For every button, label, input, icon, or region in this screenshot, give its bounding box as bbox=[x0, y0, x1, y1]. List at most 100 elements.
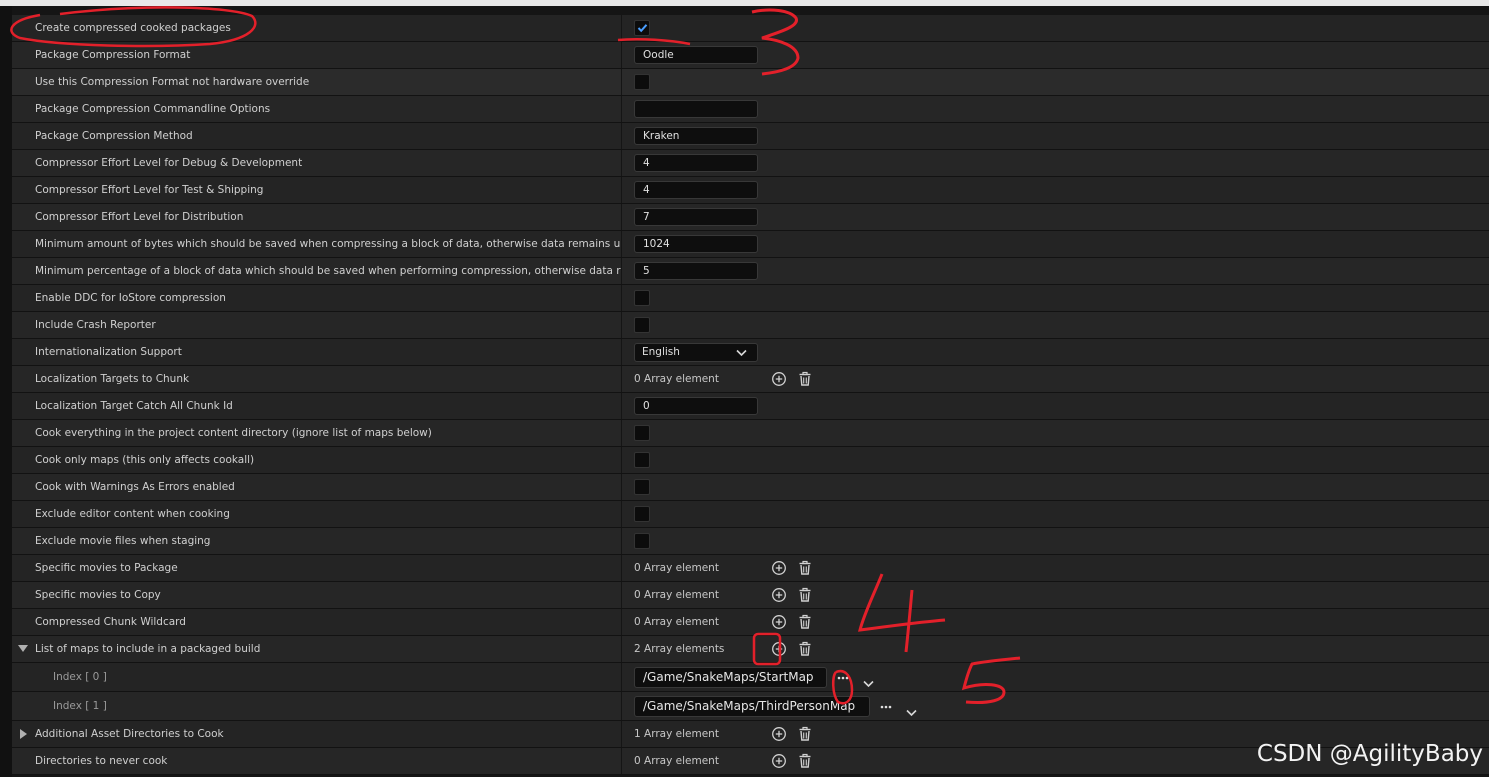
browse-ellipsis-icon[interactable] bbox=[836, 669, 850, 683]
property-row-cook-everything-in-the-project-content-d: Cook everything in the project content d… bbox=[12, 420, 1489, 447]
array-count: 0 Array element bbox=[634, 589, 719, 601]
add-element-icon[interactable] bbox=[771, 587, 787, 603]
column-divider[interactable] bbox=[621, 721, 622, 747]
column-divider[interactable] bbox=[621, 258, 622, 284]
trash-icon[interactable] bbox=[797, 587, 813, 603]
column-divider[interactable] bbox=[621, 447, 622, 473]
add-element-icon[interactable] bbox=[771, 560, 787, 576]
checkbox[interactable] bbox=[634, 290, 650, 306]
column-divider[interactable] bbox=[621, 474, 622, 500]
text-input[interactable]: Oodle bbox=[634, 46, 758, 64]
property-row-localization-targets-to-chunk: Localization Targets to Chunk 0 Array ele… bbox=[12, 366, 1489, 393]
checkbox[interactable] bbox=[634, 317, 650, 333]
property-label: Compressed Chunk Wildcard bbox=[35, 616, 186, 628]
column-divider[interactable] bbox=[621, 123, 622, 149]
column-divider[interactable] bbox=[621, 555, 622, 581]
column-divider[interactable] bbox=[621, 663, 622, 691]
property-label: Include Crash Reporter bbox=[35, 319, 156, 331]
column-divider[interactable] bbox=[621, 15, 622, 41]
add-element-icon[interactable] bbox=[771, 371, 787, 387]
chevron-down-icon[interactable] bbox=[906, 702, 917, 717]
column-divider[interactable] bbox=[621, 582, 622, 608]
property-label: Package Compression Method bbox=[35, 130, 193, 142]
column-divider[interactable] bbox=[621, 69, 622, 95]
text-input[interactable] bbox=[634, 100, 758, 118]
column-divider[interactable] bbox=[621, 339, 622, 365]
property-label: Localization Target Catch All Chunk Id bbox=[35, 400, 233, 412]
column-divider[interactable] bbox=[621, 609, 622, 635]
property-row-enable-ddc-for-iostore-compression: Enable DDC for IoStore compression bbox=[12, 285, 1489, 312]
column-divider[interactable] bbox=[621, 204, 622, 230]
property-label: Package Compression Commandline Options bbox=[35, 103, 271, 115]
column-divider[interactable] bbox=[621, 692, 622, 720]
property-label: Internationalization Support bbox=[35, 346, 182, 358]
text-input[interactable]: 1024 bbox=[634, 235, 758, 253]
array-count: 0 Array element bbox=[634, 373, 719, 385]
column-divider[interactable] bbox=[621, 42, 622, 68]
property-row-internationalization-support: Internationalization Support English bbox=[12, 339, 1489, 366]
text-input[interactable]: 4 bbox=[634, 181, 758, 199]
column-divider[interactable] bbox=[621, 96, 622, 122]
browse-ellipsis-icon[interactable] bbox=[879, 698, 893, 712]
trash-icon[interactable] bbox=[797, 371, 813, 387]
text-input[interactable]: Kraken bbox=[634, 127, 758, 145]
array-count: 0 Array element bbox=[634, 755, 719, 767]
text-input[interactable]: 7 bbox=[634, 208, 758, 226]
add-element-icon[interactable] bbox=[771, 614, 787, 630]
text-input[interactable]: 5 bbox=[634, 262, 758, 280]
column-divider[interactable] bbox=[621, 366, 622, 392]
trash-icon[interactable] bbox=[797, 560, 813, 576]
map-path-field[interactable]: /Game/SnakeMaps/ThirdPersonMap bbox=[634, 696, 870, 717]
trash-icon[interactable] bbox=[797, 726, 813, 742]
property-row-package-compression-format: Package Compression Format Oodle bbox=[12, 42, 1489, 69]
add-element-icon[interactable] bbox=[771, 641, 787, 657]
property-row-include-crash-reporter: Include Crash Reporter bbox=[12, 312, 1489, 339]
property-label: Package Compression Format bbox=[35, 49, 191, 61]
checkbox-checked[interactable] bbox=[634, 20, 650, 36]
column-divider[interactable] bbox=[621, 177, 622, 203]
text-input[interactable]: 4 bbox=[634, 154, 758, 172]
checkbox[interactable] bbox=[634, 533, 650, 549]
column-divider[interactable] bbox=[621, 231, 622, 257]
add-element-icon[interactable] bbox=[771, 753, 787, 769]
chevron-down-icon[interactable] bbox=[863, 673, 874, 688]
column-divider[interactable] bbox=[621, 285, 622, 311]
trash-icon[interactable] bbox=[797, 753, 813, 769]
property-rows: Create compressed cooked packages Package… bbox=[12, 15, 1489, 775]
property-row-index-1: Index [ 1 ] /Game/SnakeMaps/ThirdPersonMa… bbox=[12, 692, 1489, 721]
property-label: Enable DDC for IoStore compression bbox=[35, 292, 226, 304]
property-row-cook-only-maps-this-only-affects-cookall: Cook only maps (this only affects cookal… bbox=[12, 447, 1489, 474]
column-divider[interactable] bbox=[621, 636, 622, 662]
array-count: 2 Array elements bbox=[634, 643, 725, 655]
property-row-list-of-maps-to-include-in-a-packaged-bu: List of maps to include in a packaged bu… bbox=[12, 636, 1489, 663]
column-divider[interactable] bbox=[621, 393, 622, 419]
property-label: Cook everything in the project content d… bbox=[35, 427, 432, 439]
checkbox[interactable] bbox=[634, 479, 650, 495]
add-element-icon[interactable] bbox=[771, 726, 787, 742]
array-count: 0 Array element bbox=[634, 562, 719, 574]
text-input[interactable]: 0 bbox=[634, 397, 758, 415]
trash-icon[interactable] bbox=[797, 614, 813, 630]
checkbox[interactable] bbox=[634, 506, 650, 522]
property-row-package-compression-method: Package Compression Method Kraken bbox=[12, 123, 1489, 150]
checkbox[interactable] bbox=[634, 425, 650, 441]
map-path-field[interactable]: /Game/SnakeMaps/StartMap bbox=[634, 667, 827, 688]
property-label: Compressor Effort Level for Debug & Deve… bbox=[35, 157, 303, 169]
trash-icon[interactable] bbox=[797, 641, 813, 657]
column-divider[interactable] bbox=[621, 312, 622, 338]
array-count: 1 Array element bbox=[634, 728, 719, 740]
property-row-localization-target-catch-all-chunk-id: Localization Target Catch All Chunk Id 0 bbox=[12, 393, 1489, 420]
property-label: Use this Compression Format not hardware… bbox=[35, 76, 310, 88]
column-divider[interactable] bbox=[621, 150, 622, 176]
property-row-minimum-percentage-of-a-block-of-data-wh: Minimum percentage of a block of data wh… bbox=[12, 258, 1489, 285]
checkbox[interactable] bbox=[634, 74, 650, 90]
property-label: Cook only maps (this only affects cookal… bbox=[35, 454, 255, 466]
checkbox[interactable] bbox=[634, 452, 650, 468]
language-dropdown[interactable]: English bbox=[634, 343, 758, 362]
column-divider[interactable] bbox=[621, 420, 622, 446]
column-divider[interactable] bbox=[621, 748, 622, 774]
column-divider[interactable] bbox=[621, 528, 622, 554]
column-divider[interactable] bbox=[621, 501, 622, 527]
property-label: Create compressed cooked packages bbox=[35, 22, 231, 34]
property-row-package-compression-commandline-options: Package Compression Commandline Options bbox=[12, 96, 1489, 123]
